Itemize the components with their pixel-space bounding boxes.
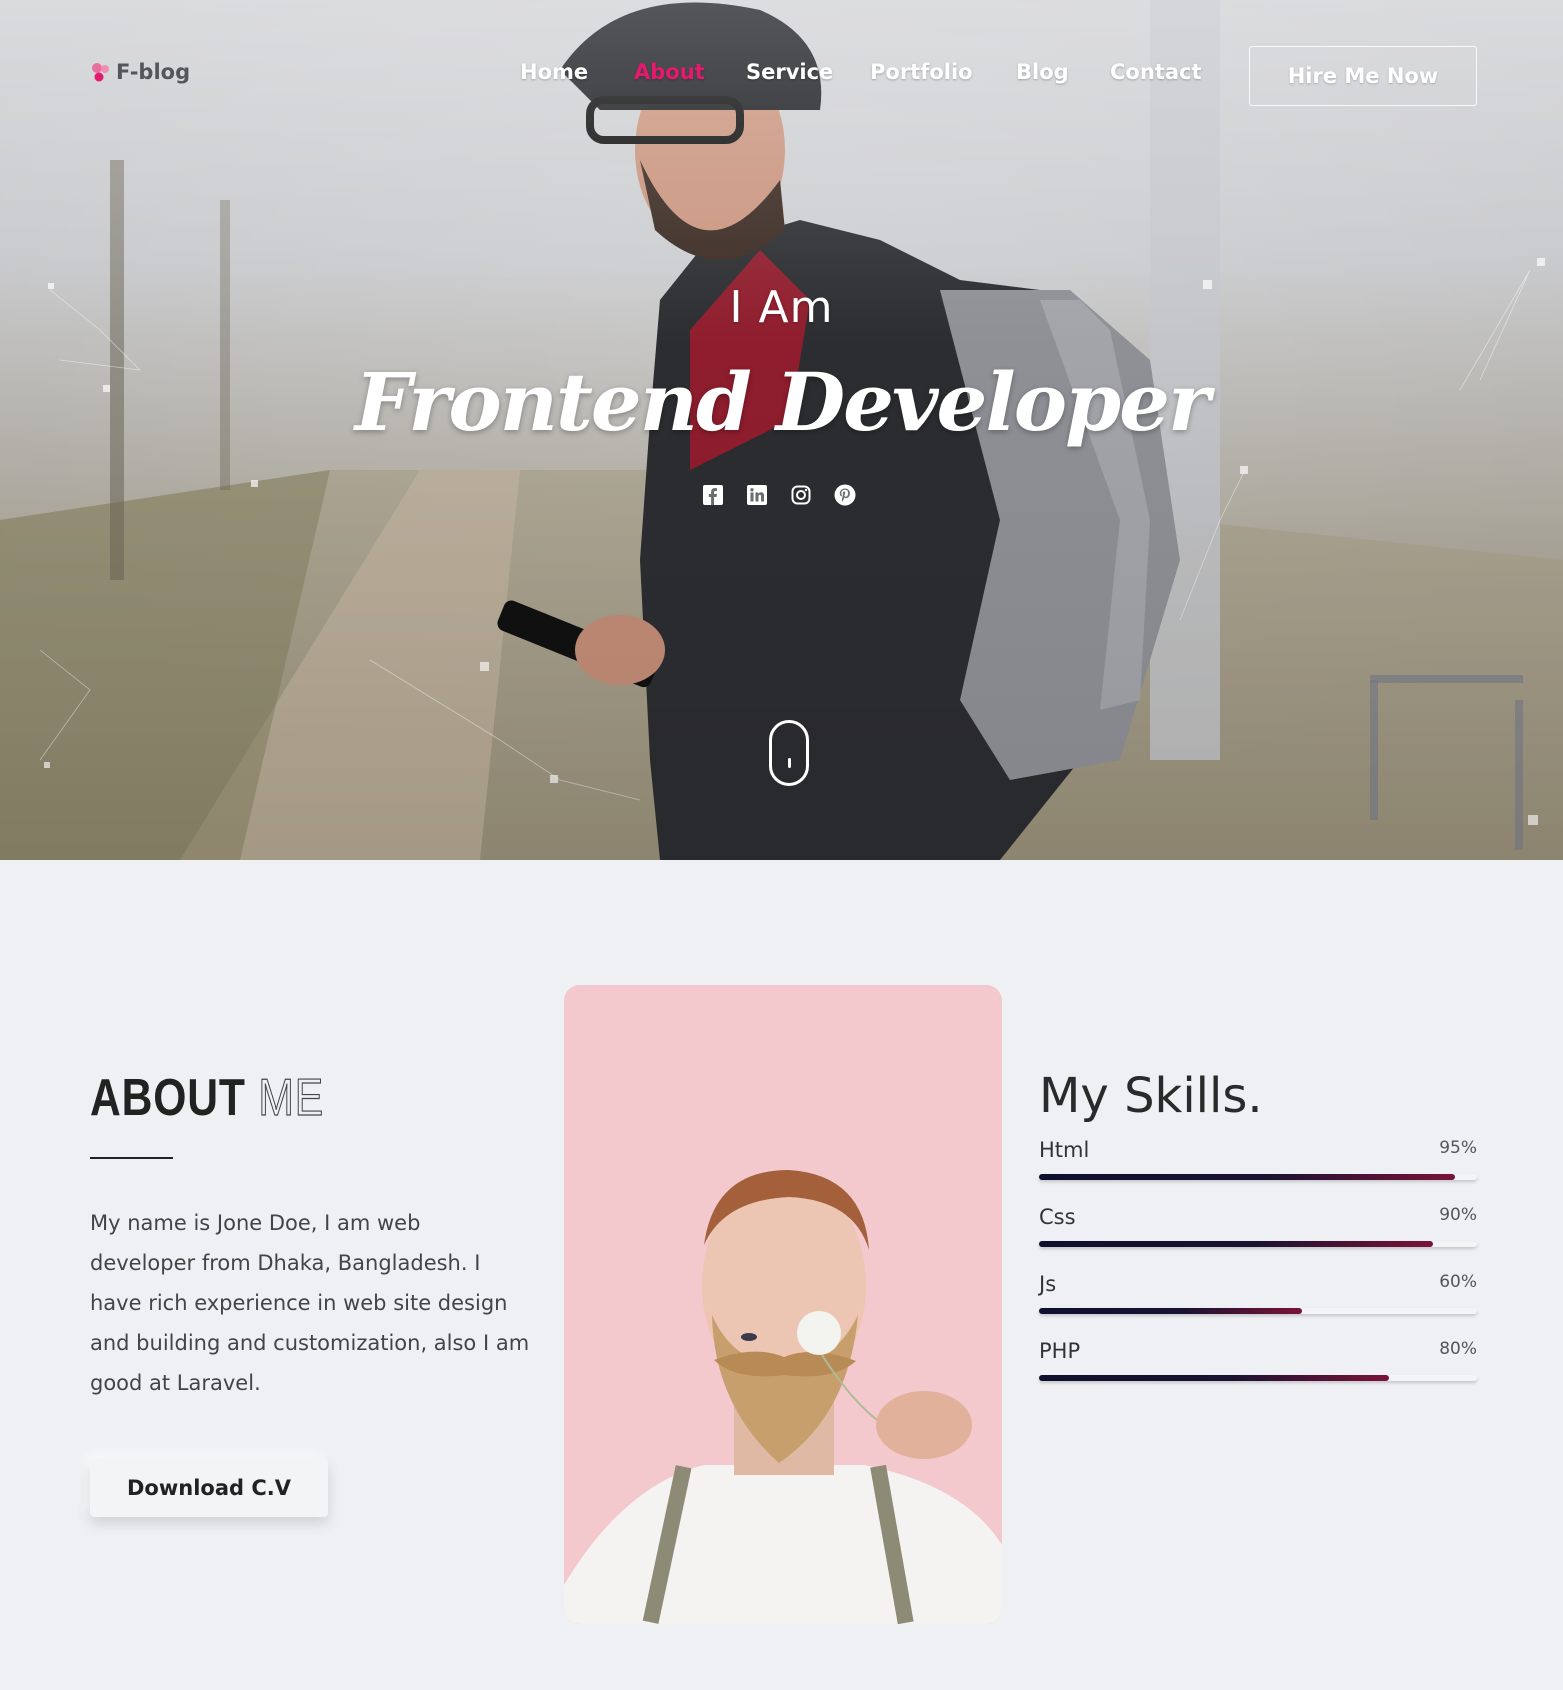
nav-blog[interactable]: Blog [1016, 60, 1069, 84]
social-links [702, 484, 856, 506]
about-title-bold: ABOUT [90, 1069, 246, 1127]
skill-progress-track [1039, 1241, 1477, 1247]
nav-contact[interactable]: Contact [1110, 60, 1202, 84]
skill-name: Js [1039, 1272, 1057, 1296]
skill-name: Css [1039, 1205, 1076, 1229]
about-divider [90, 1157, 173, 1159]
about-title: ABOUT ME [90, 1068, 324, 1128]
instagram-icon[interactable] [790, 484, 812, 506]
skill-name: PHP [1039, 1339, 1081, 1363]
site-logo[interactable]: F-blog [90, 60, 190, 84]
hire-me-button[interactable]: Hire Me Now [1249, 46, 1477, 106]
nav-service[interactable]: Service [746, 60, 833, 84]
skill-progress-fill [1039, 1308, 1302, 1314]
scroll-down-icon[interactable] [769, 720, 809, 786]
about-text: My name is Jone Doe, I am web developer … [90, 1211, 530, 1395]
skill-name: Html [1039, 1138, 1090, 1162]
skill-percent: 95% [1439, 1138, 1477, 1158]
skill-progress-fill [1039, 1375, 1390, 1381]
skill-percent: 80% [1439, 1339, 1477, 1359]
skill-progress-track [1039, 1308, 1477, 1314]
portrait-photo [564, 985, 1002, 1624]
about-title-outline: ME [258, 1068, 324, 1127]
hero-section: F-blog Home About Service Portfolio Blog… [0, 0, 1563, 860]
skill-progress-track [1039, 1375, 1477, 1381]
skills-title: My Skills. [1039, 1068, 1263, 1124]
hero-intro: I Am [729, 282, 834, 333]
about-portrait [564, 985, 1002, 1624]
download-cv-button[interactable]: Download C.V [90, 1459, 328, 1517]
logo-icon [92, 63, 109, 82]
skill-percent: 90% [1439, 1205, 1477, 1225]
logo-text: F-blog [116, 60, 191, 84]
nav-home[interactable]: Home [520, 60, 588, 84]
pinterest-icon[interactable] [834, 484, 856, 506]
facebook-icon[interactable] [702, 484, 724, 506]
skill-progress-fill [1039, 1174, 1456, 1180]
linkedin-icon[interactable] [746, 484, 768, 506]
skill-progress-track [1039, 1174, 1477, 1180]
hero-role: Frontend Developer [354, 355, 1210, 449]
skill-progress-fill [1039, 1241, 1434, 1247]
skill-percent: 60% [1439, 1272, 1477, 1292]
nav-portfolio[interactable]: Portfolio [870, 60, 973, 84]
nav-about[interactable]: About [634, 60, 705, 84]
